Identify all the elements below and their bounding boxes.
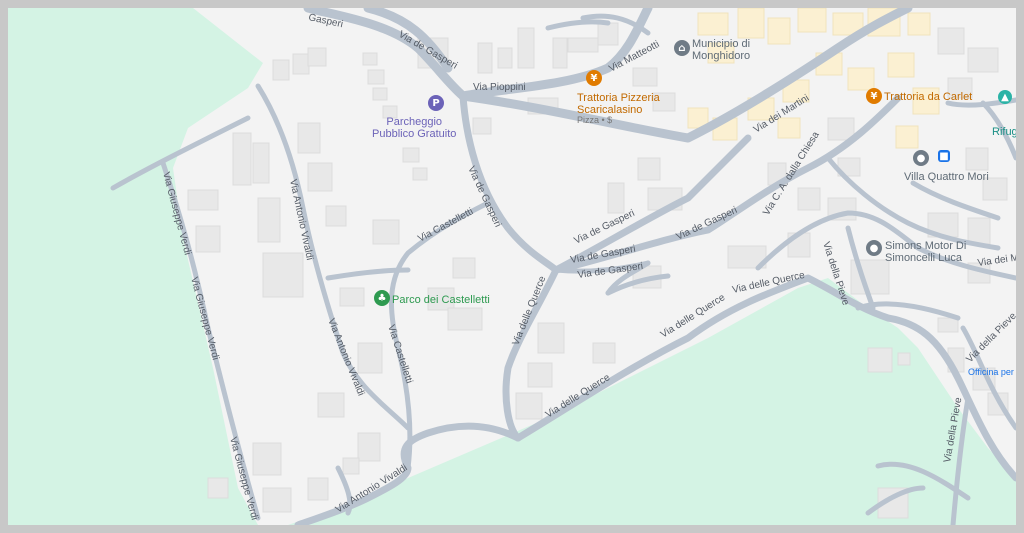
park-area-west (8, 8, 263, 525)
map-canvas[interactable]: Gasperi Via de Gasperi Via Pioppini Via … (8, 8, 1016, 525)
poi-label-villa[interactable]: Villa Quattro Mori (904, 171, 989, 183)
screenshot-frame: Gasperi Via de Gasperi Via Pioppini Via … (0, 0, 1024, 533)
poi-label-officina[interactable]: Officina per l (968, 366, 1016, 378)
street-label-de-gasperi-2: Via de Gasperi (465, 165, 503, 229)
poi-label-parco[interactable]: Parco dei Castelletti (392, 294, 490, 306)
street-label-castelletti-1: Via Castelletti (416, 206, 475, 244)
fork-knife-icon[interactable]: ¥ (586, 70, 602, 86)
parking-icon[interactable]: P (428, 95, 444, 111)
street-label-via-dei-mol: Via dei Mol (977, 251, 1016, 269)
poi-sub-trattoria: Pizza • $ (577, 115, 613, 125)
tree-icon[interactable]: ♣ (374, 290, 390, 306)
poi-label-trattoria-carlet[interactable]: Trattoria da Carlet (884, 91, 972, 103)
street-label-castelletti-2: Via Castelletti (385, 324, 414, 385)
poi-label-simons[interactable]: Simons Motor Di Simoncelli Luca (885, 240, 966, 264)
buildings-town-center (632, 8, 999, 149)
building-icon[interactable]: ⌂ (674, 40, 690, 56)
street-label-pieve-3: Via della Pieve (964, 310, 1016, 365)
map-pin-icon[interactable]: ● (913, 150, 929, 166)
street-label-pioppini: Via Pioppini (473, 82, 526, 93)
poi-label-parcheggio[interactable]: Parcheggio Pubblico Gratuito (372, 116, 456, 140)
fork-knife-icon[interactable]: ¥ (866, 88, 882, 104)
map-pin-icon[interactable]: ● (866, 240, 882, 256)
poi-label-trattoria-pizzeria[interactable]: Trattoria Pizzeria Scaricalasino (577, 92, 660, 116)
poi-label-rifugio[interactable]: Rifug (992, 126, 1016, 138)
street-label-de-gasperi-5: Via de Gasperi (675, 205, 739, 243)
camera-icon[interactable]: ▲ (998, 90, 1012, 104)
bus-icon[interactable]: ■ (938, 150, 950, 162)
map-svg: Gasperi Via de Gasperi Via Pioppini Via … (8, 8, 1016, 525)
poi-label-municipio[interactable]: Municipio di Monghidoro (692, 38, 750, 62)
